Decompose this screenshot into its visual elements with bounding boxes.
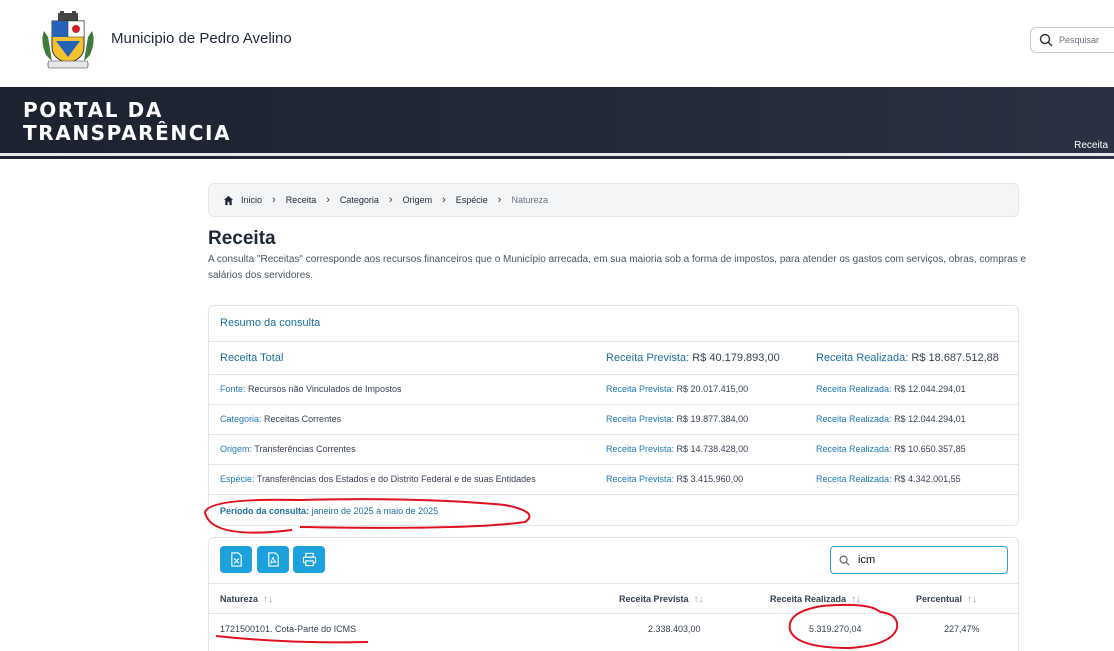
col-header-prevista[interactable]: Receita Prevista ↑↓ (619, 594, 704, 605)
page-title: Receita (208, 228, 276, 249)
breadcrumb-inicio[interactable]: Inicio (241, 195, 262, 205)
cell-natureza[interactable]: 1721500101. Cota-Parte do ICMS (220, 624, 356, 634)
page-description: A consulta "Receitas" corresponde aos re… (208, 254, 1027, 281)
query-period: Período da consulta: janeiro de 2025 à m… (220, 506, 438, 516)
especie-value: Transferências dos Estados e do Distrito… (256, 474, 536, 484)
total-prevista-value: R$ 40.179.893,00 (692, 352, 780, 364)
portal-banner: PORTAL DA TRANSPARÊNCIA Receita (0, 87, 1114, 159)
portal-title-line1: PORTAL DA (23, 98, 163, 122)
chevron-right-icon: › (326, 194, 330, 206)
origem-value: Transferências Correntes (254, 444, 356, 454)
banner-divider (0, 153, 1114, 156)
cell-prevista: 2.338.403,00 (648, 624, 701, 634)
col-header-realizada[interactable]: Receita Realizada ↑↓ (770, 594, 861, 605)
sort-icon[interactable]: ↑↓ (694, 594, 704, 605)
query-summary-card: Resumo da consulta Receita Total Receita… (208, 305, 1019, 526)
fonte-realizada-value: R$ 12.044.294,01 (894, 384, 966, 394)
breadcrumb-receita[interactable]: Receita (286, 195, 317, 205)
categoria-label: Categoria: (220, 414, 262, 424)
excel-icon (230, 552, 242, 567)
total-prevista-label: Receita Prevista: (606, 352, 690, 364)
chevron-right-icon: › (442, 194, 446, 206)
municipality-name[interactable]: Municipio de Pedro Avelino (111, 30, 292, 47)
export-pdf-button[interactable] (257, 546, 289, 573)
chevron-right-icon: › (272, 194, 276, 206)
print-icon (302, 552, 316, 567)
summary-row-origem: Origem: Transferências Correntes Receita… (209, 435, 1018, 465)
fonte-realizada-label: Receita Realizada: (816, 384, 892, 394)
origem-realizada-value: R$ 10.650.357,85 (894, 444, 966, 454)
period-label: Período da consulta: (220, 506, 310, 516)
site-search-box[interactable]: Pesquisar (1030, 27, 1114, 53)
breadcrumb-origem[interactable]: Origem (403, 195, 433, 205)
total-label: Receita Total (220, 352, 284, 364)
portal-title-line2: TRANSPARÊNCIA (23, 121, 232, 145)
categoria-realizada-label: Receita Realizada: (816, 414, 892, 424)
export-excel-button[interactable] (220, 546, 252, 573)
search-placeholder[interactable]: Pesquisar (1059, 35, 1099, 45)
origem-realizada-label: Receita Realizada: (816, 444, 892, 454)
especie-prevista-label: Receita Prevista: (606, 474, 675, 484)
table-search-box[interactable] (830, 546, 1008, 574)
origem-label: Origem: (220, 444, 253, 454)
home-icon[interactable] (223, 195, 234, 206)
col-header-percentual-label: Percentual (916, 594, 963, 604)
origem-prevista-value: R$ 14.738.428,00 (676, 444, 749, 454)
fonte-label: Fonte: (220, 384, 246, 394)
summary-row-categoria: Categoria: Receitas Correntes Receita Pr… (209, 405, 1018, 435)
categoria-prevista-value: R$ 19.877.384,00 (676, 414, 749, 424)
especie-realizada-label: Receita Realizada: (816, 474, 892, 484)
breadcrumb-categoria[interactable]: Categoria (340, 195, 379, 205)
especie-prevista-value: R$ 3.415.960,00 (676, 474, 744, 484)
total-realizada-label: Receita Realizada: (816, 352, 909, 364)
fonte-prevista-value: R$ 20.017.415,00 (676, 384, 749, 394)
sort-icon[interactable]: ↑↓ (851, 594, 861, 605)
total-realizada-value: R$ 18.687.512,88 (911, 352, 999, 364)
breadcrumb-especie[interactable]: Espécie (456, 195, 488, 205)
table-row[interactable]: 1721500101. Cota-Parte do ICMS 2.338.403… (209, 614, 1018, 644)
col-header-natureza[interactable]: Natureza ↑↓ (220, 594, 273, 605)
categoria-value: Receitas Correntes (264, 414, 342, 424)
search-icon (1039, 33, 1053, 47)
cell-percentual: 227,47% (944, 624, 980, 634)
period-value: janeiro de 2025 à maio de 2025 (311, 506, 439, 516)
especie-label: Espécie: (220, 474, 255, 484)
sort-icon[interactable]: ↑↓ (263, 594, 273, 605)
table-search-input[interactable] (858, 554, 998, 566)
fonte-prevista-label: Receita Prevista: (606, 384, 675, 394)
print-button[interactable] (293, 546, 325, 573)
fonte-value: Recursos não Vinculados de Impostos (248, 384, 402, 394)
municipal-coat-of-arms-logo[interactable] (38, 11, 98, 73)
top-header: Municipio de Pedro Avelino Pesquisar (0, 0, 1114, 87)
col-header-prevista-label: Receita Prevista (619, 594, 689, 604)
summary-row-total: Receita Total Receita Prevista: R$ 40.17… (209, 342, 1018, 375)
breadcrumb: Inicio › Receita › Categoria › Origem › … (208, 183, 1019, 217)
origem-prevista-label: Receita Prevista: (606, 444, 675, 454)
summary-heading: Resumo da consulta (209, 306, 1018, 342)
categoria-prevista-label: Receita Prevista: (606, 414, 675, 424)
portal-title: PORTAL DA TRANSPARÊNCIA (23, 99, 231, 145)
col-header-percentual[interactable]: Percentual ↑↓ (916, 594, 977, 605)
summary-row-especie: Espécie: Transferências dos Estados e do… (209, 465, 1018, 495)
col-header-natureza-label: Natureza (220, 594, 259, 604)
col-header-realizada-label: Receita Realizada (770, 594, 847, 604)
sort-icon[interactable]: ↑↓ (967, 594, 977, 605)
pdf-icon (267, 552, 279, 567)
cell-realizada: 5.319.270,04 (809, 624, 862, 634)
search-icon (839, 555, 850, 565)
table-header: Natureza ↑↓ Receita Prevista ↑↓ Receita Re… (209, 583, 1018, 614)
chevron-right-icon: › (388, 194, 393, 206)
results-table: Natureza ↑↓ Receita Prevista ↑↓ Receita Re… (208, 583, 1019, 651)
nav-tab-receita[interactable]: Receita (1074, 140, 1108, 151)
chevron-right-icon: › (497, 194, 502, 206)
breadcrumb-natureza: Natureza (511, 195, 548, 205)
especie-realizada-value: R$ 4.342.001,55 (894, 474, 961, 484)
categoria-realizada-value: R$ 12.044.294,01 (894, 414, 966, 424)
results-toolbar (208, 537, 1019, 583)
summary-row-fonte: Fonte: Recursos não Vinculados de Impost… (209, 375, 1018, 405)
